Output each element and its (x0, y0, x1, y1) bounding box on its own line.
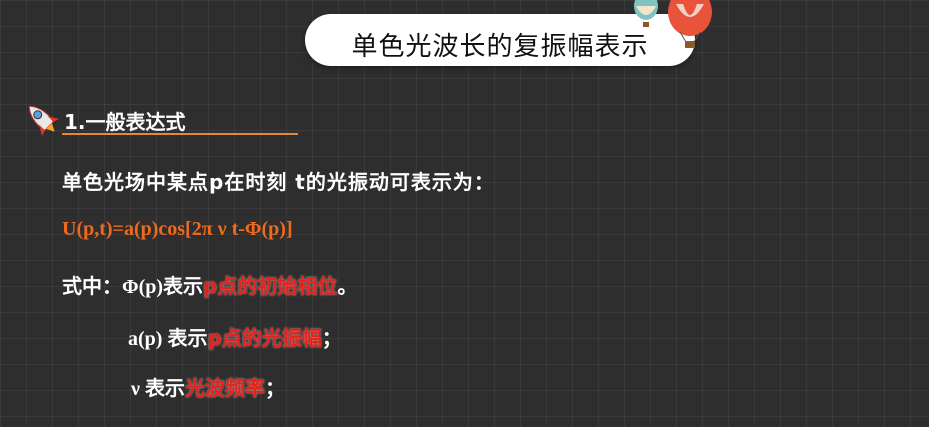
definition-row-amplitude: a(p) 表示p点的光振幅； (128, 322, 342, 351)
definition-row-phase: 式中：Φ(p)表示p点的初始相位。 (62, 270, 357, 299)
definition-highlight: p点的初始相位 (203, 274, 338, 298)
hot-air-balloon-icon (634, 0, 712, 48)
definition-symbol: a(p) (128, 328, 168, 350)
definition-symbol: ν (131, 378, 145, 400)
definition-row-frequency: ν 表示光波频率； (131, 372, 285, 401)
definition-highlight: p点的光振幅 (207, 326, 322, 350)
heading-underline (62, 133, 298, 135)
definition-symbol: Φ(p) (122, 276, 164, 298)
definition-highlight: 光波频率 (184, 376, 265, 400)
definition-verb: 表示 (144, 376, 185, 400)
definition-verb: 表示 (163, 274, 204, 298)
definition-prefix: 式中： (62, 274, 122, 298)
definition-verb: 表示 (167, 326, 208, 350)
intro-text: 单色光场中某点p在时刻 t的光振动可表示为： (62, 170, 495, 194)
rocket-icon (28, 105, 59, 136)
definition-suffix: ； (321, 326, 342, 350)
section-heading: 1.一般表达式 (64, 110, 186, 134)
definition-suffix: 。 (337, 274, 358, 298)
formula: U(p,t)=a(p)cos[2π ν t-Φ(p)] (62, 218, 293, 240)
definition-suffix: ； (264, 376, 285, 400)
